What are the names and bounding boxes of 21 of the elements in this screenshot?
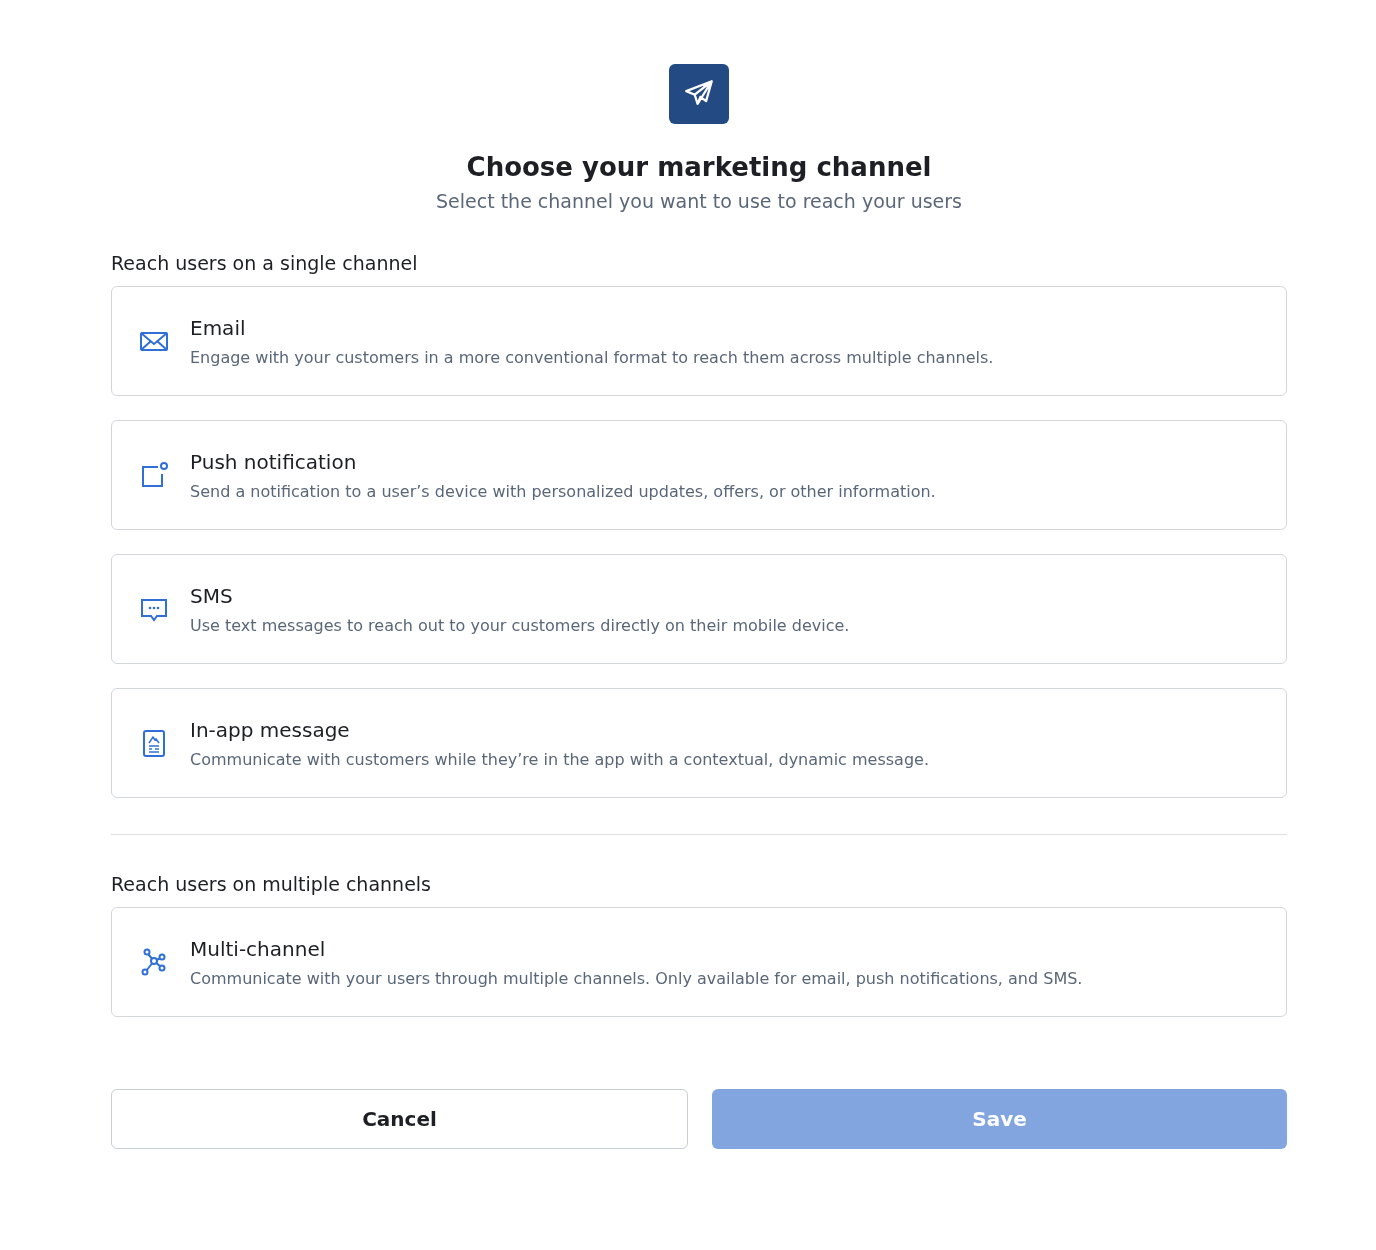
channel-description: Engage with your customers in a more conventional format to reach them across multiple channels.: [190, 347, 994, 367]
channel-option[interactable]: Email Engage with your customers in a more conventional format to reach them across multiple channels.: [111, 286, 1287, 396]
dialog-title: Choose your marketing channel: [466, 152, 932, 182]
channel-name: SMS: [190, 583, 234, 608]
section-heading: Reach users on a single channel: [111, 252, 419, 274]
channel-name: Multi-channel: [190, 936, 327, 961]
dialog-subtitle: Select the channel you want to use to reach your users: [436, 190, 962, 212]
channel-option[interactable]: Push notification Send a notification to a user’s device with personalized updates, offers, or other information.: [111, 420, 1287, 530]
channel-name: In-app message: [190, 717, 351, 742]
channel-name: Email: [190, 315, 247, 340]
section-heading: Reach users on multiple channels: [111, 873, 432, 895]
channel-description: Communicate with customers while they’re in the app with a contextual, dynamic message.: [190, 749, 929, 769]
channel-option[interactable]: SMS Use text messages to reach out to your customers directly on their mobile device.: [111, 554, 1287, 664]
channel-description: Communicate with your users through multiple channels. Only available for email, push notifications, and SMS.: [190, 968, 1083, 988]
channel-description: Send a notification to a user’s device with personalized updates, offers, or other information.: [190, 481, 936, 501]
paper-plane-logo: [669, 64, 729, 124]
channel-name: Push notification: [190, 449, 358, 474]
channel-option[interactable]: Multi-channel Communicate with your users through multiple channels. Only available for email, push notifications, and SMS.: [111, 907, 1287, 1017]
cancel-button[interactable]: Cancel: [111, 1089, 688, 1149]
channel-description: Use text messages to reach out to your customers directly on their mobile device.: [190, 615, 850, 635]
channel-option[interactable]: In-app message Communicate with customers while they’re in the app with a contextual, dynamic message.: [111, 688, 1287, 798]
